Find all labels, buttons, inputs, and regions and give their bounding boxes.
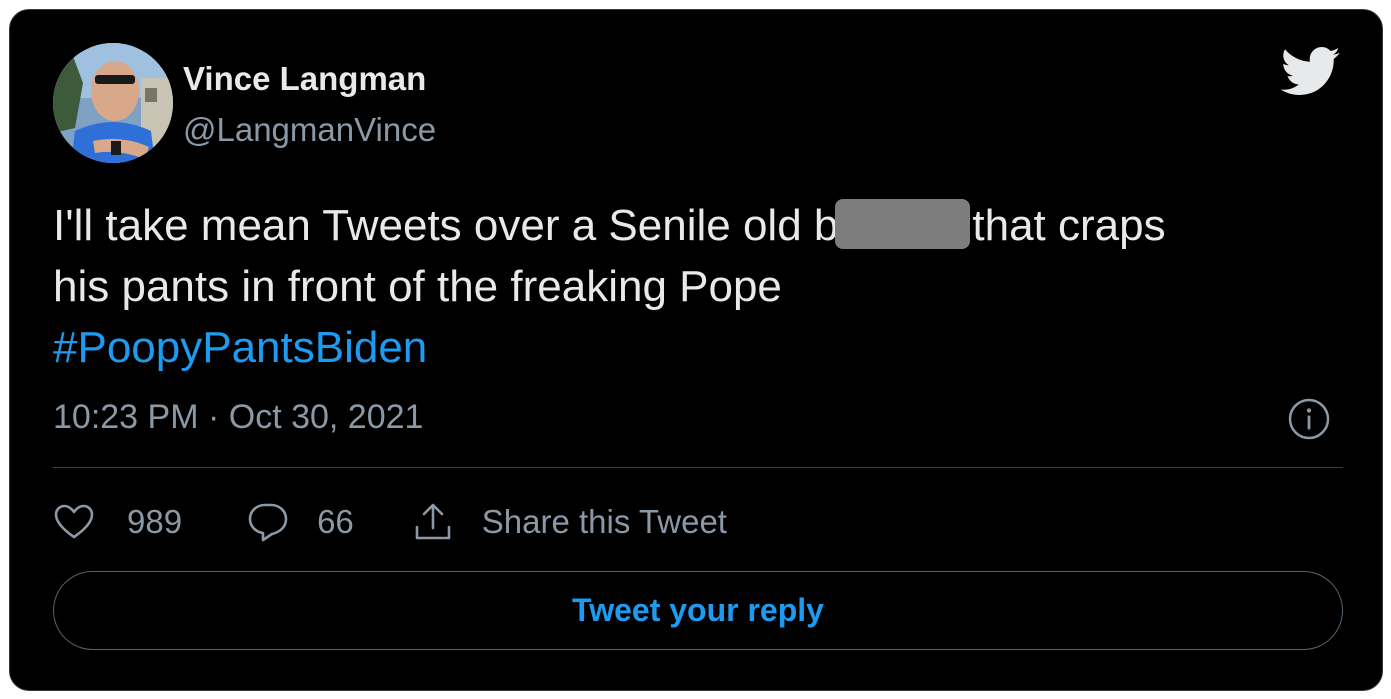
avatar-photo [53, 43, 173, 163]
share-upload-icon [415, 503, 451, 540]
like-count: 989 [127, 503, 183, 540]
tweet-line-1: I'll take mean Tweets over a Senile old … [53, 195, 1353, 256]
share-button[interactable]: Share this Tweet [412, 501, 727, 543]
twitter-bird-icon[interactable] [1281, 46, 1341, 98]
tweet-text-segment: I'll take mean Tweets over a Senile old … [53, 201, 839, 250]
redaction-box [835, 199, 971, 249]
divider [53, 467, 1343, 468]
heart-icon [54, 504, 94, 539]
reply-action-button[interactable]: 66 [247, 501, 354, 543]
tweet-timestamp[interactable]: 10:23 PM · Oct 30, 2021 [53, 398, 423, 437]
tweet-line-2: his pants in front of the freaking Pope [53, 262, 782, 311]
hashtag-link[interactable]: #PoopyPantsBiden [53, 317, 1353, 378]
reply-count: 66 [317, 503, 354, 540]
author-handle[interactable]: @LangmanVince [183, 111, 436, 149]
avatar[interactable] [53, 43, 173, 163]
share-label: Share this Tweet [481, 503, 727, 540]
action-bar: 989 66 Share this Tweet [53, 498, 727, 546]
tweet-your-reply-button[interactable]: Tweet your reply [53, 571, 1343, 650]
info-icon[interactable] [1288, 398, 1330, 440]
author-display-name[interactable]: Vince Langman [183, 60, 426, 98]
tweet-card: Vince Langman @LangmanVince I'll take me… [9, 9, 1383, 691]
tweet-text-segment: that craps [972, 201, 1166, 250]
speech-bubble-icon [248, 503, 288, 542]
tweet-text: I'll take mean Tweets over a Senile old … [53, 195, 1353, 378]
like-button[interactable]: 989 [53, 503, 182, 541]
